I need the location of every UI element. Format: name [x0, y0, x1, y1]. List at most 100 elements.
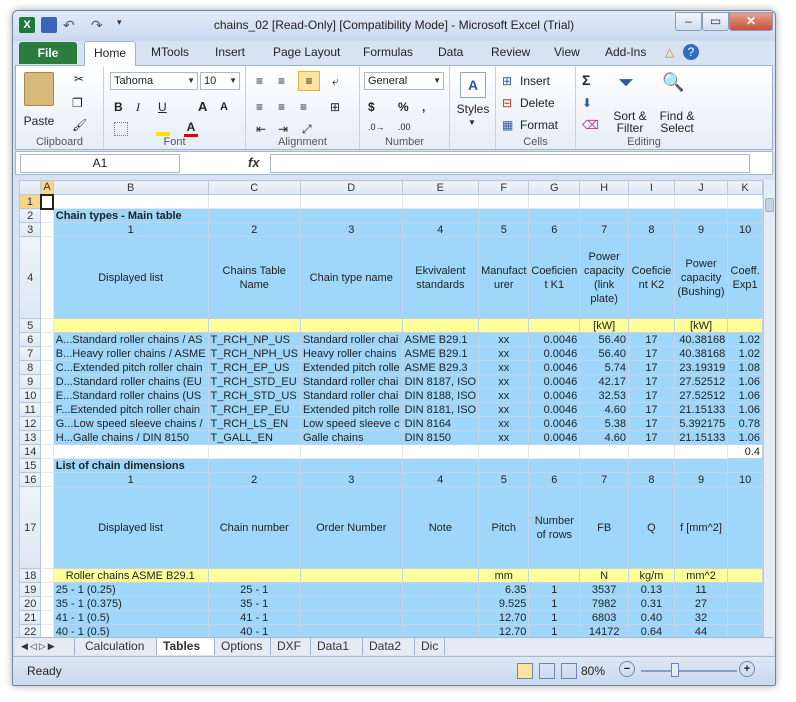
name-box[interactable]: A1 — [20, 154, 180, 173]
row-header[interactable]: 20 — [19, 596, 42, 611]
cell[interactable]: 6 — [528, 222, 581, 237]
cell[interactable] — [40, 458, 54, 473]
cell[interactable] — [478, 318, 530, 333]
align-top-icon[interactable]: ≡ — [256, 74, 263, 88]
cell[interactable]: Coeficien t K1 — [528, 236, 581, 319]
borders-icon[interactable] — [114, 122, 128, 136]
cell[interactable] — [628, 444, 675, 459]
cell[interactable] — [628, 208, 675, 223]
normal-view-icon[interactable] — [517, 663, 533, 679]
cell[interactable]: 1.08 — [727, 360, 763, 375]
align-bottom-icon[interactable]: ≡ — [298, 71, 320, 91]
cell[interactable] — [299, 194, 403, 209]
cell[interactable] — [401, 624, 480, 637]
cell[interactable]: T_RCH_NPH_US — [207, 346, 301, 361]
cut-icon[interactable]: ✂ — [74, 72, 84, 86]
cell[interactable]: DIN 8150 — [401, 430, 480, 445]
cell[interactable] — [299, 624, 403, 637]
cell[interactable]: 8 — [628, 222, 675, 237]
cell[interactable]: ASME B29.1 — [401, 346, 480, 361]
cell[interactable]: 0.40 — [628, 610, 675, 625]
cell[interactable]: Note — [401, 486, 480, 569]
cell[interactable]: 0.4 — [727, 444, 763, 459]
cell[interactable] — [628, 194, 675, 209]
cell[interactable] — [299, 208, 403, 223]
cell[interactable] — [52, 318, 209, 333]
cell[interactable]: A...Standard roller chains / AS — [52, 332, 209, 347]
cell-table[interactable]: A B C D E F G H I J K 1 2 Chain types - Main table 3 1 2… — [19, 180, 763, 637]
cell[interactable]: 0.0046 — [528, 332, 581, 347]
select-all-corner[interactable] — [19, 180, 42, 195]
cell[interactable]: 0.0046 — [528, 402, 581, 417]
sort-filter-icon[interactable]: ⏷ — [618, 72, 634, 95]
cell[interactable]: xx — [478, 374, 530, 389]
cell[interactable]: 7 — [579, 222, 630, 237]
cell[interactable] — [401, 596, 480, 611]
cell[interactable] — [40, 472, 54, 487]
cell[interactable]: 42.17 — [579, 374, 630, 389]
cell[interactable]: T_RCH_NP_US — [207, 332, 301, 347]
tab-page-layout[interactable]: Page Layout — [273, 45, 340, 59]
column-header-i[interactable]: I — [628, 180, 675, 195]
scroll-thumb[interactable] — [765, 198, 774, 212]
cell[interactable]: 10 — [727, 472, 763, 487]
cell[interactable]: 1.02 — [727, 332, 763, 347]
row-header[interactable]: 9 — [19, 374, 42, 389]
cell[interactable]: ASME B29.1 — [401, 332, 480, 347]
cell[interactable]: 25 - 1 (0.25) — [52, 582, 209, 597]
ribbon-minimize-icon[interactable]: △ — [665, 45, 674, 59]
cell[interactable]: 12.70 — [478, 624, 530, 637]
underline-button[interactable]: U — [158, 100, 167, 114]
cell[interactable]: 17 — [628, 402, 675, 417]
cell[interactable]: Pitch — [478, 486, 530, 569]
zoom-slider-thumb[interactable] — [671, 663, 679, 677]
cell[interactable]: H...Galle chains / DIN 8150 — [52, 430, 209, 445]
cell[interactable]: 0.0046 — [528, 416, 581, 431]
cell[interactable]: 17 — [628, 346, 675, 361]
cell[interactable] — [673, 208, 729, 223]
minimize-button[interactable]: – — [675, 12, 702, 31]
cell[interactable] — [673, 194, 729, 209]
column-header-e[interactable]: E — [401, 180, 480, 195]
cell[interactable]: 11 — [673, 582, 729, 597]
cell[interactable]: 12.70 — [478, 610, 530, 625]
wrap-text-icon[interactable]: ⤶ — [332, 74, 339, 89]
cell[interactable]: 4.60 — [579, 430, 630, 445]
cell[interactable]: 0.64 — [628, 624, 675, 637]
cell[interactable]: Power capacity (link plate) — [579, 236, 630, 319]
cell[interactable]: Power capacity (Bushing) — [673, 236, 729, 319]
cell[interactable]: 35 - 1 — [207, 596, 301, 611]
cell[interactable]: 1.06 — [727, 388, 763, 403]
cell[interactable] — [40, 444, 54, 459]
cell[interactable]: 0.31 — [628, 596, 675, 611]
cell[interactable]: 40.38168 — [673, 332, 729, 347]
cell[interactable] — [40, 624, 54, 637]
cell[interactable] — [207, 444, 301, 459]
cell[interactable] — [299, 610, 403, 625]
cell[interactable]: Q — [628, 486, 675, 569]
cell[interactable]: 7982 — [579, 596, 630, 611]
font-name-combo[interactable]: Tahoma ▼ — [110, 72, 198, 90]
sheet-tab-calculation[interactable]: Calculation — [79, 638, 157, 655]
sheet-nav-arrows-icon[interactable]: ◀◁▷▶ — [15, 638, 75, 655]
cell[interactable] — [401, 194, 480, 209]
percent-button[interactable]: % — [398, 100, 409, 114]
column-header-k[interactable]: K — [727, 180, 763, 195]
fill-color-icon[interactable] — [156, 122, 170, 136]
page-layout-view-icon[interactable] — [539, 663, 555, 679]
cell[interactable] — [39, 193, 55, 210]
cell[interactable]: 21.15133 — [673, 402, 729, 417]
cell[interactable] — [207, 194, 301, 209]
cell[interactable] — [727, 486, 763, 569]
cell[interactable]: G...Low speed sleeve chains / — [52, 416, 209, 431]
cell[interactable]: FB — [579, 486, 630, 569]
cell[interactable]: 27 — [673, 596, 729, 611]
cell[interactable] — [40, 318, 54, 333]
cell[interactable]: 17 — [628, 388, 675, 403]
cell[interactable] — [727, 458, 763, 473]
cell[interactable]: T_RCH_LS_EN — [207, 416, 301, 431]
copy-icon[interactable]: ❐ — [72, 96, 83, 110]
cell[interactable] — [528, 194, 581, 209]
cell[interactable] — [727, 208, 763, 223]
row-header[interactable]: 18 — [19, 568, 42, 583]
